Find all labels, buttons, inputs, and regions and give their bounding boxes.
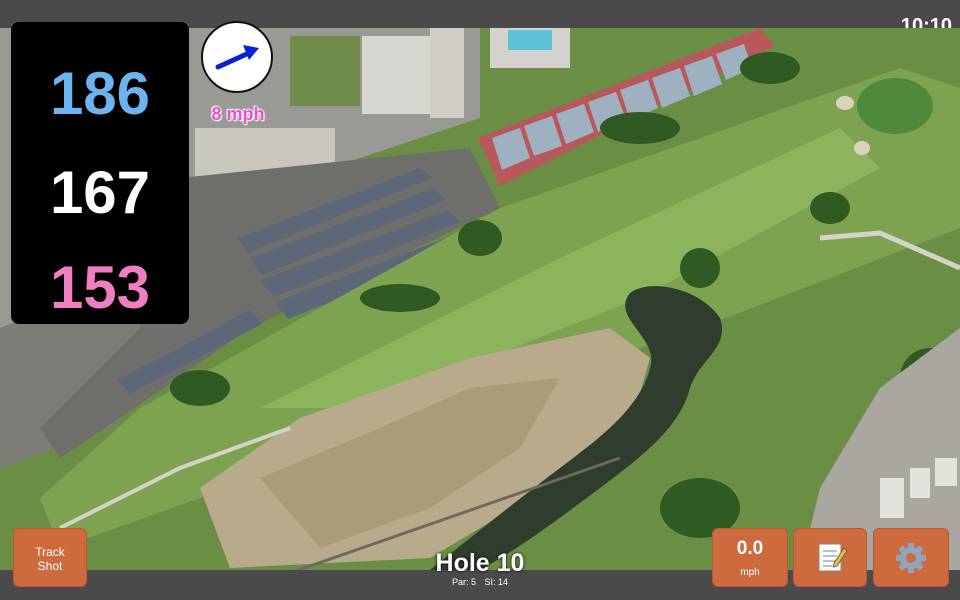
speed-unit: mph bbox=[740, 567, 760, 578]
notes-button[interactable] bbox=[793, 528, 867, 587]
gear-icon bbox=[896, 543, 926, 573]
wind-direction-arrow-icon bbox=[215, 45, 259, 70]
wind-speed-label: 8 mph bbox=[211, 104, 265, 124]
hole-title: Hole 10 bbox=[435, 549, 525, 577]
yardage-panel: 186 167 153 bbox=[11, 22, 189, 324]
par-label: Par: 5 bbox=[451, 577, 476, 587]
settings-button[interactable] bbox=[873, 528, 949, 587]
stroke-index-label: SI: 14 bbox=[484, 577, 509, 587]
center-yardage: 167 bbox=[49, 159, 151, 226]
hole-info: Par: 5 SI: 14 bbox=[380, 577, 580, 587]
front-yardage: 153 bbox=[49, 254, 151, 321]
track-shot-label-line1: Track bbox=[35, 545, 65, 559]
speed-value: 0.0 bbox=[736, 538, 764, 559]
track-shot-button[interactable]: Track Shot bbox=[13, 528, 87, 587]
track-shot-label-line2: Shot bbox=[37, 559, 63, 573]
track-shot-label: Track Shot bbox=[14, 545, 86, 573]
wind-indicator[interactable] bbox=[201, 21, 273, 93]
notepad-icon bbox=[818, 543, 848, 572]
back-yardage: 186 bbox=[49, 60, 151, 127]
speed-button[interactable]: 0.0 mph bbox=[712, 528, 788, 587]
